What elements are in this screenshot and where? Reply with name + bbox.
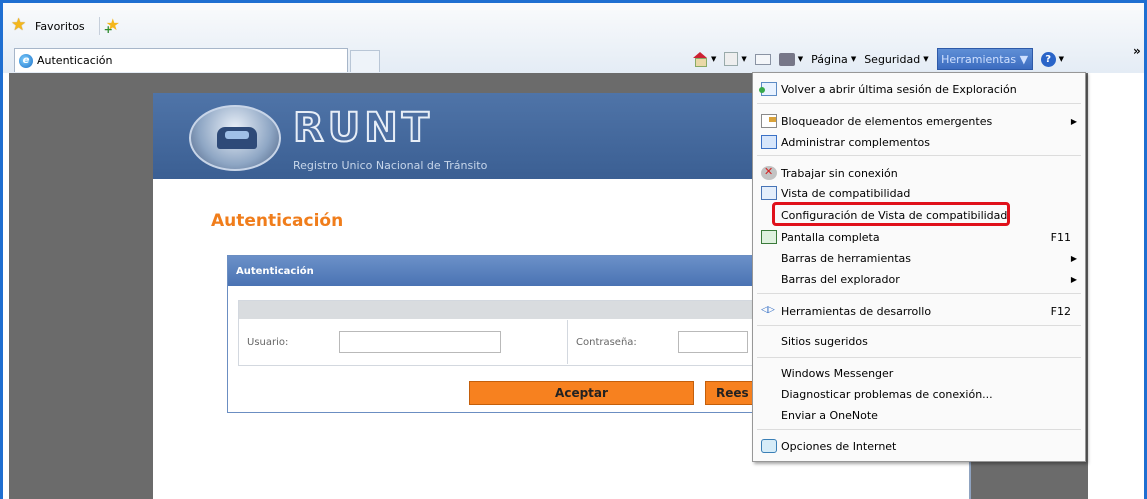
mail-icon (754, 53, 771, 65)
favorites-button[interactable]: Favoritos (35, 20, 85, 33)
menu-item-label: Opciones de Internet (781, 439, 897, 453)
menu-separator (757, 155, 1081, 156)
favorites-bar: Favoritos (11, 15, 120, 37)
tab-title: Autenticación (37, 54, 113, 67)
password-label: Contraseña: (576, 336, 637, 348)
command-bar: ▼ ▼ ▼ Página ▼ Seguridad ▼ Herramientas ▼ … (692, 48, 1064, 70)
menu-separator (757, 293, 1081, 294)
page-margin-left (3, 73, 9, 499)
menu-separator (757, 103, 1081, 104)
security-menu-button[interactable]: Seguridad ▼ (864, 53, 928, 66)
feeds-dropdown-icon[interactable]: ▼ (741, 55, 746, 63)
add-favorite-icon[interactable] (98, 15, 120, 36)
developer-tools-icon (761, 304, 777, 318)
menu-item-label: Vista de compatibilidad (781, 186, 911, 200)
menu-item-label: Trabajar sin conexión (781, 166, 898, 180)
print-button[interactable]: ▼ (778, 52, 803, 66)
ie-page-icon: e (19, 53, 33, 68)
password-input[interactable] (678, 331, 748, 353)
menu-separator (757, 325, 1081, 326)
fullscreen-icon (761, 230, 777, 244)
mail-button[interactable] (754, 53, 771, 65)
menu-item-developer-tools[interactable]: Herramientas de desarrollo F12 (753, 301, 1085, 321)
menu-item-explorer-bars[interactable]: Barras del explorador ▶ (753, 269, 1085, 289)
menu-item-label: Administrar complementos (781, 135, 930, 149)
new-tab-button[interactable] (350, 50, 380, 72)
page-title: Autenticación (211, 211, 344, 231)
security-menu-label: Seguridad (864, 52, 921, 66)
popup-blocker-icon (761, 114, 777, 128)
menu-item-work-offline[interactable]: Trabajar sin conexión (753, 163, 1085, 183)
runt-logo-text: RUNT (292, 104, 434, 152)
feeds-icon (724, 52, 739, 66)
menu-item-manage-addons[interactable]: Administrar complementos (753, 132, 1085, 152)
tools-menu-button[interactable]: Herramientas ▼ (936, 48, 1033, 70)
menu-item-suggested-sites[interactable]: Sitios sugeridos (753, 331, 1085, 351)
submenu-arrow-icon: ▶ (1070, 253, 1077, 263)
help-icon: ? (1040, 51, 1056, 67)
shortcut-label: F12 (1050, 304, 1071, 318)
help-dropdown-icon[interactable]: ▼ (1059, 55, 1064, 63)
offline-icon (761, 165, 777, 180)
annotation-highlight-box (772, 202, 1010, 226)
menu-item-label: Barras del explorador (781, 272, 900, 286)
menu-item-label: Enviar a OneNote (781, 408, 878, 422)
menu-item-label: Windows Messenger (781, 366, 894, 380)
form-strip (239, 301, 817, 319)
page-menu-label: Página (811, 52, 848, 66)
login-form: Usuario: Contraseña: (238, 300, 818, 366)
menu-item-label: Diagnosticar problemas de conexión... (781, 387, 993, 401)
menu-item-windows-messenger[interactable]: Windows Messenger (753, 363, 1085, 383)
favorites-star-icon[interactable] (11, 15, 29, 35)
menu-item-popup-blocker[interactable]: Bloqueador de elementos emergentes ▶ (753, 111, 1085, 131)
shortcut-label: F11 (1050, 230, 1071, 244)
menu-item-reopen-session[interactable]: Volver a abrir última sesión de Explorac… (753, 79, 1085, 99)
accept-button[interactable]: Aceptar (469, 381, 694, 405)
runt-logo-icon (189, 105, 281, 171)
addons-icon (761, 135, 777, 149)
reopen-session-icon (759, 82, 777, 96)
help-button[interactable]: ? ▼ (1040, 51, 1064, 67)
menu-item-label: Pantalla completa (781, 230, 880, 244)
print-icon (778, 52, 795, 66)
command-bar-overflow-icon[interactable]: » (1133, 44, 1141, 58)
feeds-button[interactable]: ▼ (724, 52, 747, 66)
menu-item-internet-options[interactable]: Opciones de Internet (753, 436, 1085, 456)
login-panel-header: Autenticación (228, 256, 826, 286)
chevron-down-icon: ▼ (850, 55, 857, 63)
menu-item-send-to-onenote[interactable]: Enviar a OneNote (753, 405, 1085, 425)
chevron-down-icon: ▼ (923, 55, 929, 63)
page-menu-button[interactable]: Página ▼ (811, 53, 856, 66)
menu-separator (757, 357, 1081, 358)
car-icon (217, 127, 257, 149)
tab-autenticacion[interactable]: e Autenticación (14, 48, 348, 72)
menu-item-label: Herramientas de desarrollo (781, 304, 932, 318)
menu-item-label: Volver a abrir última sesión de Explorac… (781, 82, 1017, 96)
runt-logo-subtitle: Registro Unico Nacional de Tránsito (293, 159, 488, 172)
chevron-down-icon: ▼ (1016, 52, 1029, 66)
submenu-arrow-icon: ▶ (1070, 116, 1077, 126)
home-button[interactable]: ▼ (692, 52, 716, 67)
menu-item-fullscreen[interactable]: Pantalla completa F11 (753, 227, 1085, 247)
home-dropdown-icon[interactable]: ▼ (711, 55, 716, 63)
username-label: Usuario: (247, 336, 289, 348)
credentials-row: Usuario: Contraseña: (239, 319, 817, 365)
menu-item-label: Bloqueador de elementos emergentes (781, 114, 993, 128)
menu-item-toolbars[interactable]: Barras de herramientas ▶ (753, 248, 1085, 268)
menu-item-diagnose-connection[interactable]: Diagnosticar problemas de conexión... (753, 384, 1085, 404)
username-input[interactable] (339, 331, 501, 353)
tools-dropdown-menu: Volver a abrir última sesión de Explorac… (752, 72, 1086, 462)
internet-options-icon (761, 439, 777, 453)
submenu-arrow-icon: ▶ (1070, 274, 1077, 284)
compatibility-view-icon (761, 186, 777, 200)
tools-menu-label: Herramientas (941, 52, 1017, 66)
menu-item-label: Barras de herramientas (781, 251, 911, 265)
menu-item-compatibility-view[interactable]: Vista de compatibilidad (753, 183, 1085, 203)
home-icon (692, 52, 708, 67)
print-dropdown-icon[interactable]: ▼ (798, 55, 803, 63)
menu-separator (757, 429, 1081, 430)
menu-item-label: Sitios sugeridos (781, 334, 868, 348)
page-margin-right (1088, 73, 1144, 499)
reset-button[interactable]: Rees (705, 381, 755, 405)
